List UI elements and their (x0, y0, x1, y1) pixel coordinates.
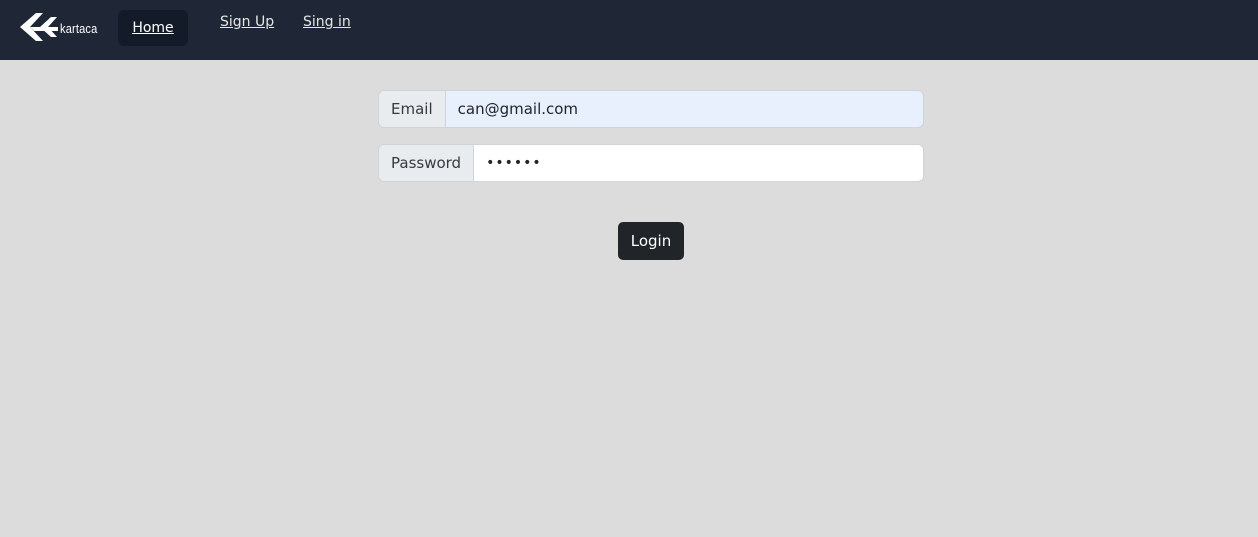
kartaca-chevron-logo-icon (20, 13, 58, 41)
nav-signup-link[interactable]: Sign Up (220, 14, 274, 30)
password-label: Password (379, 145, 475, 181)
password-field[interactable]: •••••• (474, 145, 923, 181)
email-field[interactable]: can@gmail.com (445, 91, 923, 127)
top-navbar: kartaca Home Sign Up Sing in (0, 0, 1258, 60)
brand-logo[interactable]: kartaca (18, 12, 104, 44)
password-input-group: Password •••••• (378, 144, 924, 182)
login-button[interactable]: Login (618, 222, 684, 260)
nav-home-label: Home (132, 20, 174, 36)
nav-signin-link[interactable]: Sing in (303, 14, 351, 30)
brand-logo-text: kartaca (60, 20, 98, 36)
email-label: Email (379, 91, 446, 127)
email-input-group: Email can@gmail.com (378, 90, 924, 128)
nav-home-link[interactable]: Home (118, 10, 188, 46)
